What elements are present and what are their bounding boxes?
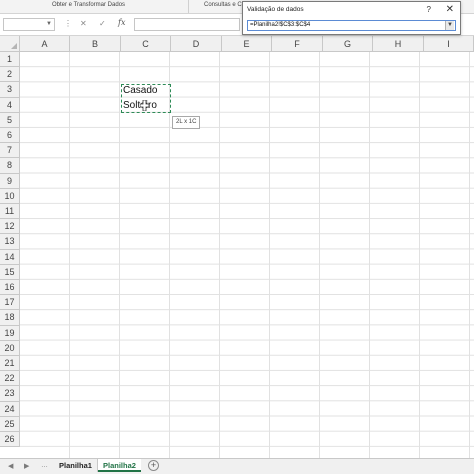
expand-dialog-icon[interactable]: ▼	[445, 21, 454, 30]
select-all-button[interactable]	[0, 36, 20, 52]
row-header[interactable]: 11	[0, 204, 20, 220]
dialog-title: Validação de dados	[247, 6, 304, 13]
more-dots-icon: ⋮	[64, 19, 72, 28]
chevron-down-icon[interactable]: ▼	[46, 21, 52, 27]
row-header[interactable]: 26	[0, 432, 20, 448]
selection-size-tooltip: 2L x 1C	[172, 116, 201, 129]
column-header-e[interactable]: E	[222, 36, 272, 52]
previous-sheet-icon[interactable]: ◀	[8, 462, 13, 470]
row-header[interactable]: 3	[0, 82, 20, 98]
row-header[interactable]: 16	[0, 280, 20, 296]
add-sheet-button[interactable]: +	[148, 460, 159, 471]
row-header[interactable]: 6	[0, 128, 20, 144]
next-sheet-icon[interactable]: ▶	[24, 462, 29, 470]
row-header[interactable]: 10	[0, 188, 20, 204]
row-header[interactable]: 15	[0, 264, 20, 280]
row-header[interactable]: 13	[0, 234, 20, 250]
row-header[interactable]: 7	[0, 143, 20, 159]
check-icon[interactable]: ✓	[99, 19, 106, 29]
row-header[interactable]: 22	[0, 371, 20, 387]
ribbon-separator	[188, 0, 189, 13]
sheet-tab-planilha2[interactable]: Planilha2	[98, 459, 141, 472]
source-range-input[interactable]: =Planilha2!$C$3:$C$4 ▼	[247, 20, 456, 31]
ribbon-group-get-transform: Obter e Transformar Dados	[52, 2, 126, 8]
row-header[interactable]: 5	[0, 112, 20, 128]
row-header[interactable]: 23	[0, 386, 20, 402]
row-header[interactable]: 21	[0, 356, 20, 372]
close-icon[interactable]: ✕	[446, 4, 454, 15]
row-header[interactable]: 4	[0, 97, 20, 113]
row-header[interactable]: 2	[0, 67, 20, 83]
help-icon[interactable]: ?	[427, 5, 431, 14]
name-box[interactable]: ▼	[3, 18, 55, 31]
row-header[interactable]: 19	[0, 325, 20, 341]
cross-cursor-icon	[140, 100, 149, 111]
column-header-h[interactable]: H	[373, 36, 424, 52]
row-header[interactable]: 14	[0, 249, 20, 265]
sheet-tab-planilha1[interactable]: Planilha1	[54, 459, 98, 472]
column-header-g[interactable]: G	[323, 36, 373, 52]
row-header[interactable]: 1	[0, 52, 20, 68]
column-header-b[interactable]: B	[70, 36, 121, 52]
ribbon-group-queries: Consultas e C	[204, 2, 242, 8]
worksheet-grid[interactable]: A B C D E F G H I 1 2 3 4 5 6 7 8 9 10 1…	[0, 36, 474, 458]
more-sheets-icon[interactable]: …	[41, 462, 48, 469]
row-header[interactable]: 17	[0, 295, 20, 311]
row-header[interactable]: 8	[0, 158, 20, 174]
insert-function-icon[interactable]: fx	[118, 18, 125, 27]
column-header-d[interactable]: D	[171, 36, 222, 52]
row-header[interactable]: 9	[0, 173, 20, 189]
sheet-tab-bar: ◀ ▶ … Planilha1 Planilha2 +	[0, 458, 474, 474]
row-header[interactable]: 18	[0, 310, 20, 326]
column-header-a[interactable]: A	[20, 36, 70, 52]
row-header[interactable]: 12	[0, 219, 20, 235]
formula-input[interactable]	[134, 18, 240, 31]
column-header-i[interactable]: I	[424, 36, 474, 52]
column-header-f[interactable]: F	[272, 36, 323, 52]
source-range-value: =Planilha2!$C$3:$C$4	[250, 22, 311, 28]
row-header[interactable]: 20	[0, 340, 20, 356]
cell-gridlines[interactable]	[20, 52, 474, 458]
cancel-icon[interactable]: ✕	[80, 19, 87, 29]
row-header[interactable]: 25	[0, 416, 20, 432]
data-validation-dialog: Validação de dados ? ✕ =Planilha2!$C$3:$…	[242, 1, 461, 35]
row-header[interactable]: 24	[0, 401, 20, 417]
column-header-c[interactable]: C	[121, 36, 171, 52]
